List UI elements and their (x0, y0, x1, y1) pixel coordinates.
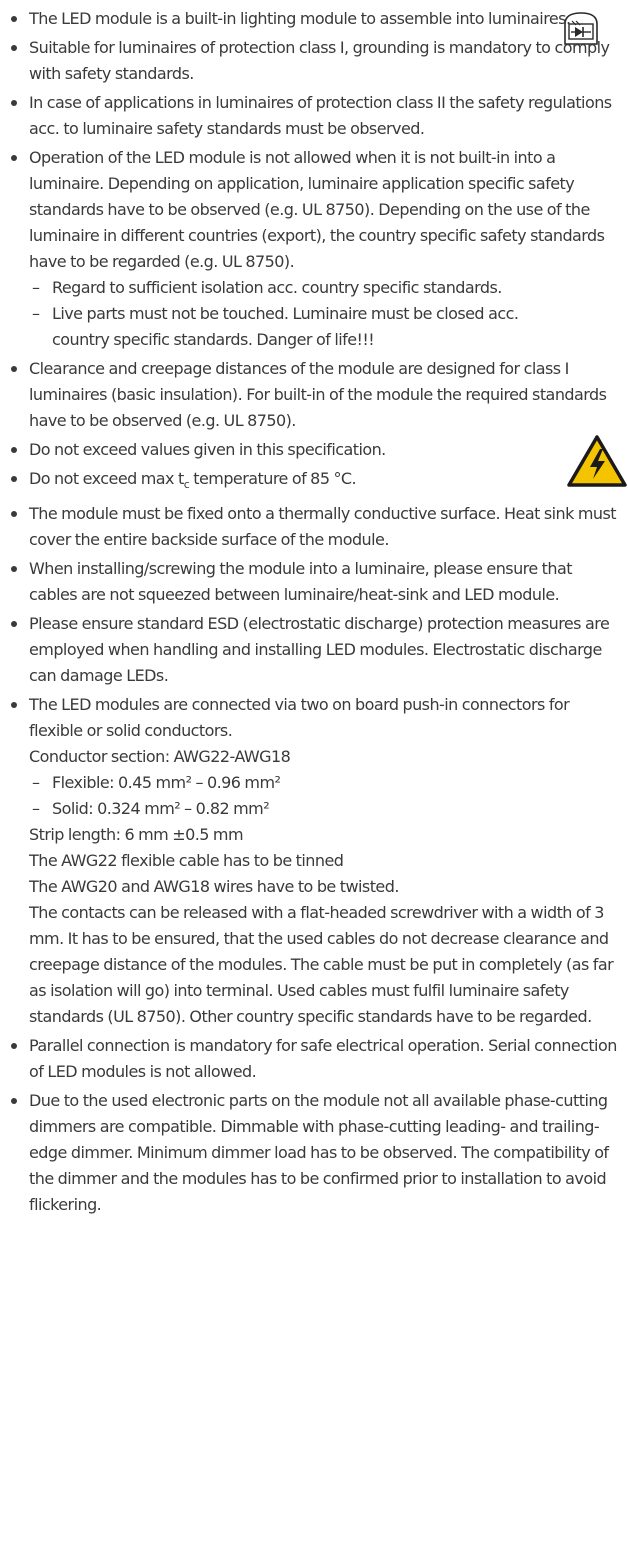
bullet (11, 1098, 17, 1105)
tinned-note: The AWG22 flexible cable has to be tinne… (29, 851, 344, 871)
item-text: The module must be fixed onto a thermall… (29, 504, 617, 550)
item-text: Operation of the LED module is not allow… (29, 148, 605, 271)
list-item: Suitable for luminaires of protection cl… (0, 35, 628, 87)
list-item: When installing/screwing the module into… (0, 556, 628, 608)
bullet (11, 100, 17, 106)
list-item: Do not exceed max tc temperature of 85 °… (0, 466, 628, 498)
item-text-post: temperature of 85 °C. (189, 469, 357, 488)
sub-item-text: Solid: 0.324 mm² – 0.82 mm² (52, 799, 270, 819)
bullet (11, 155, 17, 161)
item-text: The LED module is a built-in lighting mo… (29, 9, 571, 28)
list-item: In case of applications in luminaires of… (0, 90, 628, 142)
item-text: Clearance and creepage distances of the … (29, 359, 607, 430)
bullet (11, 366, 17, 372)
dash: – (32, 304, 40, 323)
safety-instructions-list: The LED module is a built-in lighting mo… (0, 6, 628, 1221)
sub-item-text: Regard to sufficient isolation acc. coun… (52, 278, 502, 297)
strip-length: Strip length: 6 mm ±0.5 mm (29, 825, 244, 845)
list-item: Operation of the LED module is not allow… (0, 145, 628, 353)
list-item: Parallel connection is mandatory for saf… (0, 1033, 628, 1085)
list-item: Clearance and creepage distances of the … (0, 356, 628, 434)
item-text: The LED modules are connected via two on… (29, 695, 570, 741)
bullet (11, 1043, 17, 1050)
item-text: Do not exceed values given in this speci… (29, 440, 386, 459)
bullet (11, 566, 17, 573)
bullet (11, 447, 17, 453)
release-note: The contacts can be released with a flat… (29, 903, 614, 1027)
sub-item: – Regard to sufficient isolation acc. co… (29, 275, 622, 301)
bullet (11, 621, 17, 628)
dash: – (32, 799, 40, 819)
list-item: The module must be fixed onto a thermall… (0, 501, 628, 553)
item-text: Please ensure standard ESD (electrostati… (29, 614, 610, 686)
bullet (11, 45, 17, 51)
list-item: The LED module is a built-in lighting mo… (0, 6, 628, 32)
sub-item-text: Flexible: 0.45 mm² – 0.96 mm² (52, 773, 281, 793)
conductor-section: Conductor section: AWG22-AWG18 (29, 747, 291, 767)
bullet (11, 16, 17, 22)
list-item: Please ensure standard ESD (electrostati… (0, 611, 628, 689)
list-item: Due to the used electronic parts on the … (0, 1088, 628, 1218)
item-text: In case of applications in luminaires of… (29, 93, 612, 138)
item-text: Due to the used electronic parts on the … (29, 1091, 609, 1215)
sub-item: – Flexible: 0.45 mm² – 0.96 mm² (29, 770, 622, 796)
sub-item-text: Live parts must not be touched. Luminair… (52, 304, 519, 349)
sub-item: – Live parts must not be touched. Lumina… (29, 301, 622, 353)
item-text: Suitable for luminaires of protection cl… (29, 38, 610, 83)
item-text-pre: Do not exceed max t (29, 469, 184, 488)
bullet (11, 702, 17, 709)
dash: – (32, 773, 40, 793)
item-text: Parallel connection is mandatory for saf… (29, 1036, 617, 1082)
page: The LED module is a built-in lighting mo… (0, 0, 628, 1549)
list-item: The LED modules are connected via two on… (0, 692, 628, 1030)
sub-item: – Solid: 0.324 mm² – 0.82 mm² (29, 796, 622, 822)
twisted-note: The AWG20 and AWG18 wires have to be twi… (29, 877, 399, 897)
dash: – (32, 278, 40, 297)
list-item: Do not exceed values given in this speci… (0, 437, 628, 463)
bullet (11, 511, 17, 518)
item-text: When installing/screwing the module into… (29, 559, 573, 605)
bullet (11, 476, 17, 482)
